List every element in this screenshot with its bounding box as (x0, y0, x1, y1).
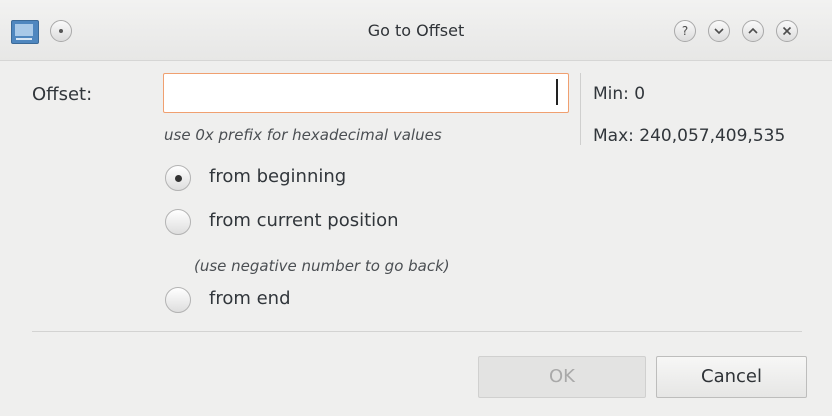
offset-input[interactable] (163, 73, 569, 113)
cancel-button[interactable]: Cancel (656, 356, 807, 398)
max-value: Max: 240,057,409,535 (593, 126, 786, 146)
ok-button[interactable]: OK (478, 356, 646, 398)
radio-label: from current position (209, 210, 399, 231)
vertical-separator (580, 73, 581, 145)
help-icon[interactable]: ? (674, 20, 696, 42)
maximize-icon[interactable] (742, 20, 764, 42)
title-bar: Go to Offset ? (0, 0, 832, 61)
radio-label: from beginning (209, 166, 347, 187)
horizontal-separator (32, 331, 802, 332)
go-to-offset-dialog: Go to Offset ? Offset: use 0x prefix for… (0, 0, 832, 416)
radio-label: from end (209, 288, 291, 309)
radio-button[interactable] (165, 165, 191, 191)
radio-button[interactable] (165, 209, 191, 235)
close-icon[interactable] (776, 20, 798, 42)
minimize-icon[interactable] (708, 20, 730, 42)
hex-hint: use 0x prefix for hexadecimal values (164, 126, 442, 144)
current-position-hint: (use negative number to go back) (194, 257, 450, 275)
offset-label: Offset: (32, 84, 93, 105)
min-value: Min: 0 (593, 84, 646, 104)
radio-button[interactable] (165, 287, 191, 313)
text-caret (556, 79, 558, 105)
